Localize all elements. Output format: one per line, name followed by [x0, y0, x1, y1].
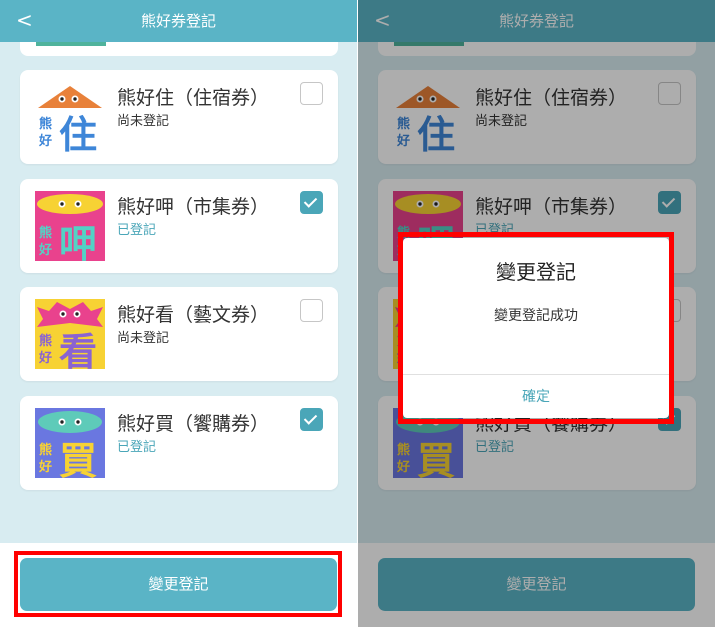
- voucher-card-arts[interactable]: 熊 好 看 熊好看（藝文券） 尚未登記: [20, 287, 338, 381]
- logo-pupil-left: [60, 420, 64, 424]
- logo-pupil-left: [60, 202, 64, 206]
- voucher-status: 已登記: [117, 440, 157, 455]
- highlight-box-button: [14, 551, 342, 617]
- previous-card-logo-edge: [36, 42, 106, 46]
- voucher-card-stay[interactable]: 熊 好 住 熊好住（住宿券） 尚未登記: [20, 70, 338, 164]
- voucher-status: 尚未登記: [117, 114, 170, 129]
- register-checkbox[interactable]: [300, 82, 323, 105]
- logo-pupil-left: [61, 312, 65, 316]
- voucher-status: 尚未登記: [117, 331, 170, 346]
- logo-top-shape: [37, 194, 103, 214]
- register-checkbox[interactable]: [300, 408, 323, 431]
- voucher-name: 熊好呷（市集券）: [117, 196, 270, 218]
- voucher-name: 熊好住（住宿券）: [117, 87, 270, 109]
- voucher-status: 已登記: [117, 223, 157, 238]
- logo-main-char: 看: [59, 330, 97, 369]
- register-checkbox[interactable]: [300, 191, 323, 214]
- top-bar: < 熊好券登記: [0, 0, 357, 42]
- logo-pupil-right: [76, 202, 80, 206]
- register-checkbox[interactable]: [300, 299, 323, 322]
- voucher-card-market[interactable]: 熊 好 呷 熊好呷（市集券） 已登記: [20, 179, 338, 273]
- voucher-logo-stay: 熊 好 住: [35, 82, 105, 152]
- voucher-name: 熊好買（饗購券）: [117, 413, 270, 435]
- logo-main-char: 買: [59, 439, 97, 478]
- logo-main-char: 住: [59, 113, 97, 152]
- logo-small-char-1: 熊: [39, 225, 52, 241]
- logo-pupil-right: [75, 312, 79, 316]
- voucher-logo-arts: 熊 好 看: [35, 299, 105, 369]
- logo-pupil-right: [73, 97, 77, 101]
- page-title: 熊好券登記: [140, 12, 216, 30]
- logo-small-char-1: 熊: [39, 442, 52, 458]
- highlight-box-dialog: [398, 232, 674, 424]
- previous-card-edge: [20, 42, 338, 56]
- screen-after: < 熊好券登記 熊 好 住 熊好住（住宿券） 尚未登記 熊 好 呷 熊好呷（市集…: [358, 0, 715, 627]
- logo-small-char-2: 好: [38, 350, 52, 366]
- voucher-logo-shopping: 熊 好 買: [35, 408, 105, 478]
- logo-top-shape: [38, 411, 102, 433]
- voucher-name: 熊好看（藝文券）: [117, 304, 270, 326]
- logo-small-char-1: 熊: [39, 116, 52, 132]
- logo-small-char-1: 熊: [39, 333, 52, 349]
- screen-before: < 熊好券登記 熊 好 住 熊好住（住宿券） 尚未登記 熊 好 呷 熊好呷（市集…: [0, 0, 357, 627]
- voucher-logo-market: 熊 好 呷: [35, 191, 105, 261]
- voucher-card-shopping[interactable]: 熊 好 買 熊好買（饗購券） 已登記: [20, 396, 338, 490]
- logo-small-char-2: 好: [38, 242, 52, 258]
- logo-pupil-right: [76, 420, 80, 424]
- logo-pupil-left: [60, 97, 64, 101]
- logo-small-char-2: 好: [38, 459, 52, 475]
- logo-small-char-2: 好: [38, 133, 52, 149]
- logo-main-char: 呷: [59, 222, 97, 261]
